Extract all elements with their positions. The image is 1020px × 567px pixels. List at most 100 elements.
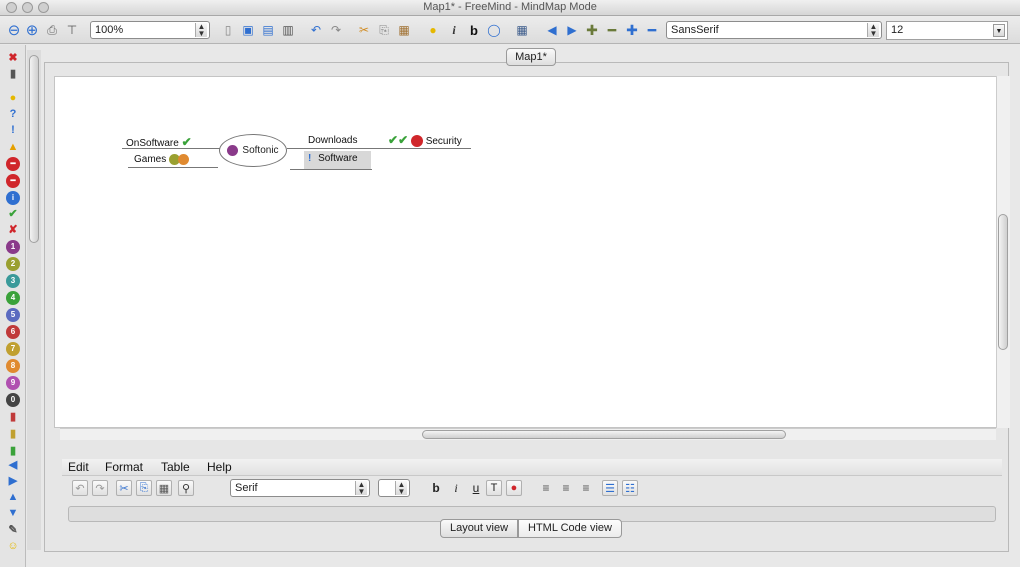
zoom-select-arrow-icon: ▲ ▼ [195,23,207,38]
note-font-select[interactable]: Serif ▲ ▼ [230,479,370,497]
priority-8-icon[interactable]: 8 [6,359,20,373]
find-icon[interactable]: ⚲ [178,480,194,496]
palette-scroll-thumb[interactable] [29,55,39,243]
traffic-light-red-icon[interactable]: ▮ [6,410,20,424]
copy-icon[interactable]: ⎘ [136,480,152,496]
save-icon[interactable]: ▤ [260,22,276,38]
menu-help[interactable]: Help [207,460,232,474]
exclamation-icon[interactable]: ! [6,123,20,137]
remove-icon-icon[interactable]: ✖ [6,51,20,65]
node-downloads[interactable]: Downloads [308,135,357,146]
cloud-icon[interactable]: ◯ [486,22,502,38]
priority-2-icon[interactable]: 2 [6,257,20,271]
align-right-icon[interactable]: ≡ [578,480,594,496]
idea-icon[interactable]: ● [6,91,20,105]
question-icon[interactable]: ? [6,107,20,121]
html-code-view-button[interactable]: HTML Code view [518,519,622,538]
font-size-dropdown-icon[interactable]: ▼ [993,24,1005,37]
warning-icon[interactable]: ▲ [6,140,20,154]
bullet-list-icon[interactable]: ☰ [602,480,618,496]
align-center-icon[interactable]: ≡ [558,480,574,496]
lightbulb-icon[interactable]: ● [425,22,441,38]
font-size-input[interactable]: 12 ▼ [886,21,1008,40]
priority-8-icon [178,154,190,165]
new-map-icon[interactable]: ▯ [220,22,236,38]
arrow-down-icon[interactable]: ▼ [6,506,20,520]
numbered-list-icon[interactable]: ☷ [622,480,638,496]
back-icon[interactable]: ⊖ [6,22,22,38]
paste-icon[interactable]: ▦ [396,22,412,38]
increase-icon[interactable]: ✚ [624,22,640,38]
trash-icon[interactable]: ▮ [6,67,20,81]
tab-map1[interactable]: Map1* [506,48,556,66]
redo-icon[interactable]: ↷ [92,480,108,496]
remove-node-icon[interactable]: ━ [604,22,620,38]
priority-4-icon[interactable]: 4 [6,291,20,305]
mindmap-canvas[interactable] [54,76,998,428]
canvas-horizontal-thumb[interactable] [422,430,786,439]
italic-icon[interactable]: i [446,22,462,38]
info-icon[interactable]: i [6,191,20,205]
align-left-icon[interactable]: ≡ [538,480,554,496]
cut-icon[interactable]: ✂ [356,22,372,38]
zoom-select[interactable]: 100% ▲ ▼ [90,21,210,39]
menu-edit[interactable]: Edit [68,460,89,474]
smiley-icon[interactable]: ☺ [6,539,20,553]
background-color-icon[interactable]: ● [506,480,522,496]
stop-icon[interactable]: ━ [6,157,20,171]
traffic-light-green-icon[interactable]: ▮ [6,444,20,458]
node-style-icon[interactable]: ▦ [514,22,530,38]
priority-3-icon[interactable]: 3 [6,274,20,288]
node-games[interactable]: Games [134,154,190,165]
zoom-value: 100% [95,24,124,36]
copy-icon[interactable]: ⎘ [376,22,392,38]
arrow-right-icon[interactable]: ▶ [6,474,20,488]
node-security[interactable]: ✔✔ Security [388,133,462,148]
stop-sign-icon[interactable]: ━ [6,174,20,188]
font-family-select[interactable]: SansSerif ▲ ▼ [666,21,882,39]
decrease-icon[interactable]: ━ [644,22,660,38]
underline-icon[interactable]: u [468,480,484,496]
redo-icon[interactable]: ↷ [328,22,344,38]
bold-icon[interactable]: b [428,480,444,496]
print-icon[interactable]: ⎙ [44,22,60,38]
node-software[interactable]: ! Software [304,151,371,169]
traffic-light-yellow-icon[interactable]: ▮ [6,427,20,441]
menu-format[interactable]: Format [105,460,143,474]
text-color-icon[interactable]: T [486,480,502,496]
icon-palette: ✖ ▮ ● ? ! ▲ ━ ━ i ✔ ✘ 1 2 3 4 5 6 7 8 9 … [0,45,26,567]
arrow-left-icon[interactable]: ◀ [6,458,20,472]
note-font-value: Serif [235,482,258,494]
undo-icon[interactable]: ↶ [308,22,324,38]
note-editor-menubar: Edit Format Table Help [62,459,1002,476]
open-icon[interactable]: ▣ [240,22,256,38]
note-font-size-select[interactable]: ▲ ▼ [378,479,410,497]
save-as-icon[interactable]: ▥ [280,22,296,38]
priority-1-icon[interactable]: 1 [6,240,20,254]
forward-icon[interactable]: ⊕ [24,22,40,38]
move-right-icon[interactable]: ▶ [564,22,580,38]
priority-5-icon[interactable]: 5 [6,308,20,322]
node-root-label: Softonic [242,145,279,156]
undo-icon[interactable]: ↶ [72,480,88,496]
priority-0-icon[interactable]: 0 [6,393,20,407]
arrow-up-icon[interactable]: ▲ [6,490,20,504]
node-onsoftware[interactable]: OnSoftware ✔ [126,135,192,149]
menu-table[interactable]: Table [161,460,190,474]
bold-icon[interactable]: b [466,22,482,38]
move-left-icon[interactable]: ◀ [544,22,560,38]
layout-view-button[interactable]: Layout view [440,519,518,538]
add-node-icon[interactable]: ✚ [584,22,600,38]
italic-icon[interactable]: i [448,480,464,496]
priority-9-icon[interactable]: 9 [6,376,20,390]
canvas-vertical-thumb[interactable] [998,214,1008,350]
cut-icon[interactable]: ✂ [116,480,132,496]
attachment-icon[interactable]: ✎ [6,523,20,537]
filter-icon[interactable]: ⊤ [64,22,80,38]
paste-icon[interactable]: ▦ [156,480,172,496]
cross-icon[interactable]: ✘ [6,223,20,237]
node-root[interactable]: Softonic [219,134,287,167]
priority-7-icon[interactable]: 7 [6,342,20,356]
priority-6-icon[interactable]: 6 [6,325,20,339]
check-icon[interactable]: ✔ [6,207,20,221]
